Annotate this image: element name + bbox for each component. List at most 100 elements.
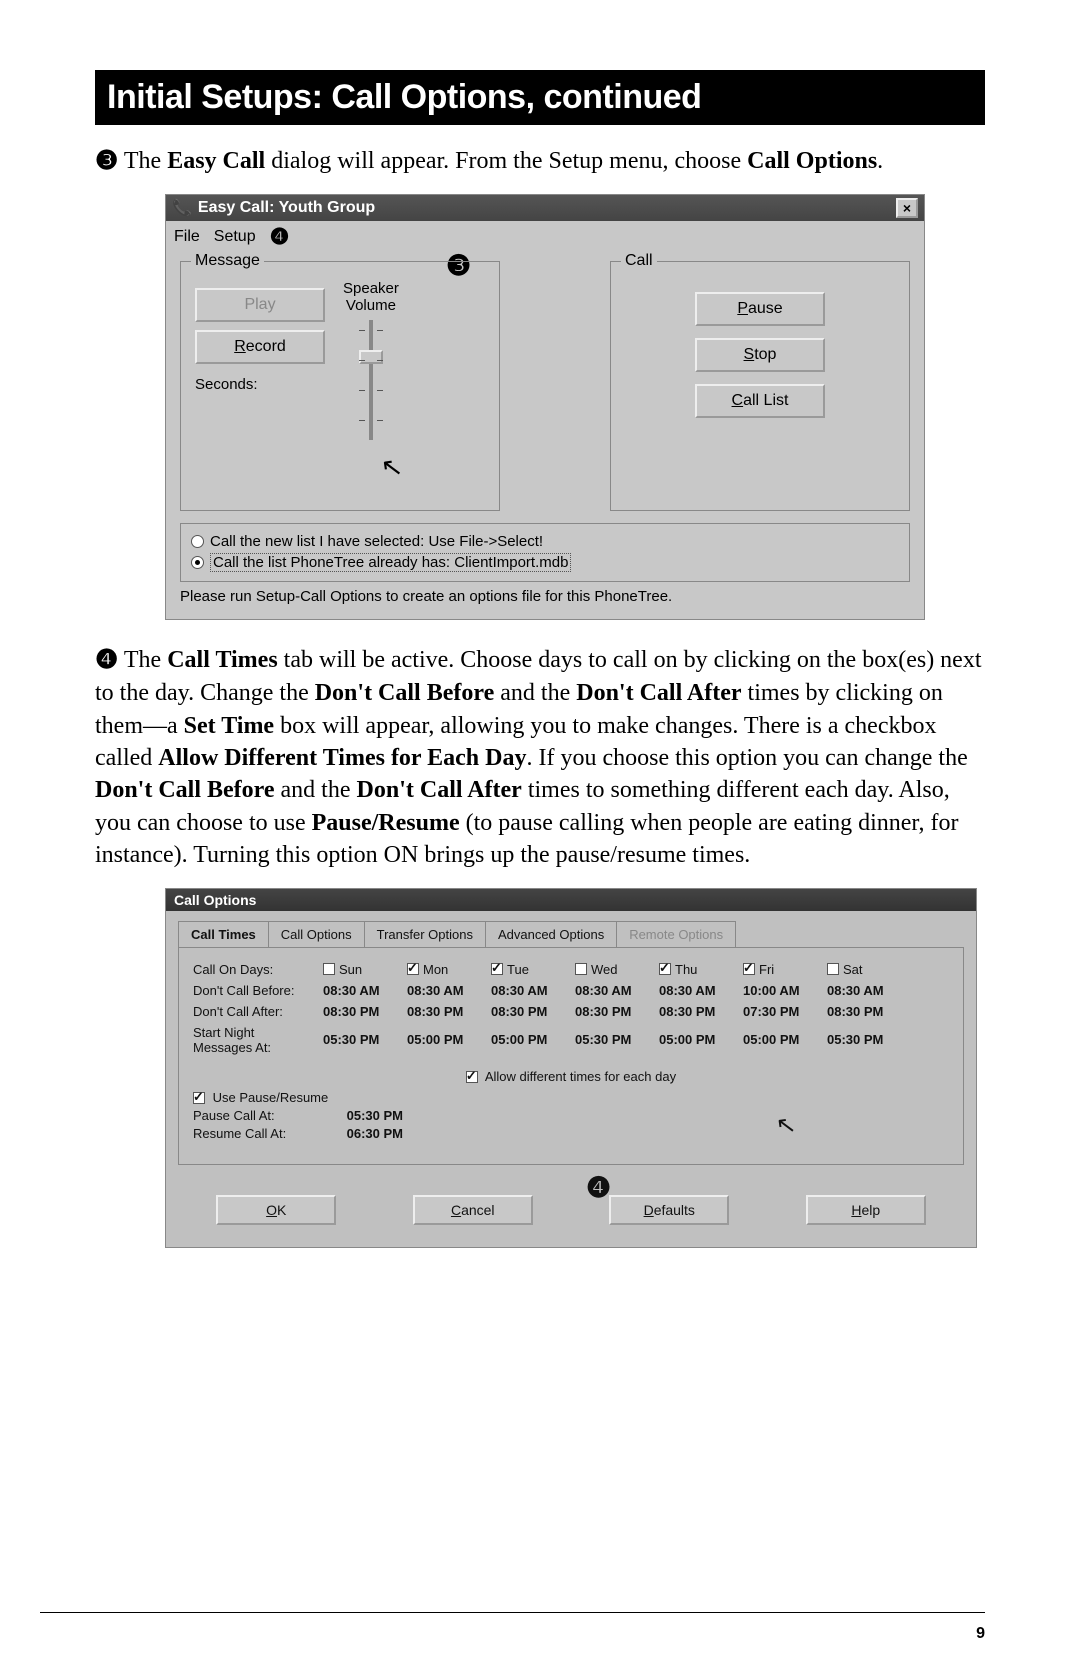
tab-calloptions[interactable]: Call Options [268,921,365,947]
after-4[interactable]: 08:30 PM [659,1004,743,1019]
resume-value[interactable]: 06:30 PM [347,1126,403,1141]
allow-label: Allow different times for each day [485,1069,676,1084]
label-before: Don't Call Before: [193,983,323,998]
night-5[interactable]: 05:00 PM [743,1032,827,1047]
night-1[interactable]: 05:00 PM [407,1032,491,1047]
step3-paragraph: ❸ The Easy Call dialog will appear. From… [95,143,985,178]
text: The [118,148,167,174]
pause-value[interactable]: 05:30 PM [347,1108,403,1123]
titlebar: 📞 Easy Call: Youth Group × [166,195,924,221]
radio-existing-label: Call the list PhoneTree already has: Cli… [210,553,571,572]
annotation-4: ❹ [270,224,290,250]
resume-label: Resume Call At: [193,1126,343,1141]
before-1[interactable]: 08:30 AM [407,983,491,998]
page-number: 9 [976,1625,985,1643]
text: Don't Call Before [315,680,495,706]
allow-checkbox[interactable] [466,1071,478,1083]
stop-button[interactable]: Stop [695,338,825,372]
co-titlebar: Call Options [166,889,976,911]
label-night: Start NightMessages At: [193,1025,323,1055]
radio-newlist[interactable] [191,535,204,548]
before-3[interactable]: 08:30 AM [575,983,659,998]
before-4[interactable]: 08:30 AM [659,983,743,998]
usepr-label: Use Pause/Resume [213,1090,329,1105]
text: and the [275,777,357,803]
day-fri[interactable]: Fri [743,962,827,977]
text: . [877,148,883,174]
app-icon: 📞 [172,198,192,218]
label-callon: Call On Days: [193,962,323,977]
tab-panel: Call On Days: Sun Mon Tue Wed Thu Fri Sa… [178,947,964,1165]
pause-button[interactable]: Pause [695,292,825,326]
step3-marker: ❸ [95,143,118,178]
legend-message: Message [191,252,264,270]
night-0[interactable]: 05:30 PM [323,1032,407,1047]
text: Don't Call Before [95,777,275,803]
cursor-icon: ↖ [379,451,405,485]
after-0[interactable]: 08:30 PM [323,1004,407,1019]
window-title: Easy Call: Youth Group [198,199,375,217]
before-0[interactable]: 08:30 AM [323,983,407,998]
ok-button[interactable]: OK [216,1195,336,1225]
day-sun[interactable]: Sun [323,962,407,977]
annotation-4b: ❹ [586,1171,611,1204]
text: The [118,647,167,673]
night-6[interactable]: 05:30 PM [827,1032,911,1047]
defaults-button[interactable]: Defaults [609,1195,729,1225]
allow-row: Allow different times for each day [193,1069,949,1084]
text: Easy Call [167,148,265,174]
dialog-buttons: OK Cancel Defaults Help [178,1187,964,1233]
after-3[interactable]: 08:30 PM [575,1004,659,1019]
menu-setup[interactable]: Setup [214,228,256,246]
text: Don't Call After [576,680,741,706]
pause-label: Pause Call At: [193,1108,343,1123]
text: Call Times [167,647,277,673]
volume-slider[interactable] [351,320,391,440]
message-group: Message Play Record Seconds: Speaker Vol… [180,261,500,511]
close-button[interactable]: × [896,198,918,218]
tab-advanced[interactable]: Advanced Options [485,921,617,947]
speaker-label: Speaker [343,280,399,297]
radio-newlist-label: Call the new list I have selected: Use F… [210,533,543,550]
step4-paragraph: ❹ The Call Times tab will be active. Cho… [95,642,985,871]
step4-marker: ❹ [95,642,118,677]
play-button[interactable]: Play [195,288,325,322]
text: and the [494,680,576,706]
text: . If you choose this option you can chan… [527,745,968,771]
seconds-label: Seconds: [195,376,325,393]
night-4[interactable]: 05:00 PM [659,1032,743,1047]
day-wed[interactable]: Wed [575,962,659,977]
night-3[interactable]: 05:30 PM [575,1032,659,1047]
list-select-group: Call the new list I have selected: Use F… [180,523,910,582]
before-6[interactable]: 08:30 AM [827,983,911,998]
help-button[interactable]: Help [806,1195,926,1225]
day-tue[interactable]: Tue [491,962,575,977]
after-1[interactable]: 08:30 PM [407,1004,491,1019]
radio-existing[interactable] [191,556,204,569]
record-button[interactable]: Record [195,330,325,364]
text: Pause/Resume [312,810,460,836]
after-2[interactable]: 08:30 PM [491,1004,575,1019]
tab-calltimes[interactable]: Call Times [178,921,269,947]
before-2[interactable]: 08:30 AM [491,983,575,998]
tabs: Call Times Call Options Transfer Options… [178,921,964,947]
night-2[interactable]: 05:00 PM [491,1032,575,1047]
label-after: Don't Call After: [193,1004,323,1019]
day-mon[interactable]: Mon [407,962,491,977]
tab-remote: Remote Options [616,921,736,947]
cancel-button[interactable]: Cancel [413,1195,533,1225]
menu-file[interactable]: File [174,228,200,246]
text: Don't Call After [357,777,522,803]
easycall-dialog: 📞 Easy Call: Youth Group × File Setup ❹ … [165,194,925,620]
calllist-button[interactable]: Call List [695,384,825,418]
tab-transfer[interactable]: Transfer Options [364,921,486,947]
footer-rule [40,1612,985,1613]
menubar: File Setup ❹ [166,221,924,253]
before-5[interactable]: 10:00 AM [743,983,827,998]
usepr-checkbox[interactable] [193,1092,205,1104]
day-sat[interactable]: Sat [827,962,911,977]
after-5[interactable]: 07:30 PM [743,1004,827,1019]
day-thu[interactable]: Thu [659,962,743,977]
after-6[interactable]: 08:30 PM [827,1004,911,1019]
volume-label: Volume [343,297,399,314]
